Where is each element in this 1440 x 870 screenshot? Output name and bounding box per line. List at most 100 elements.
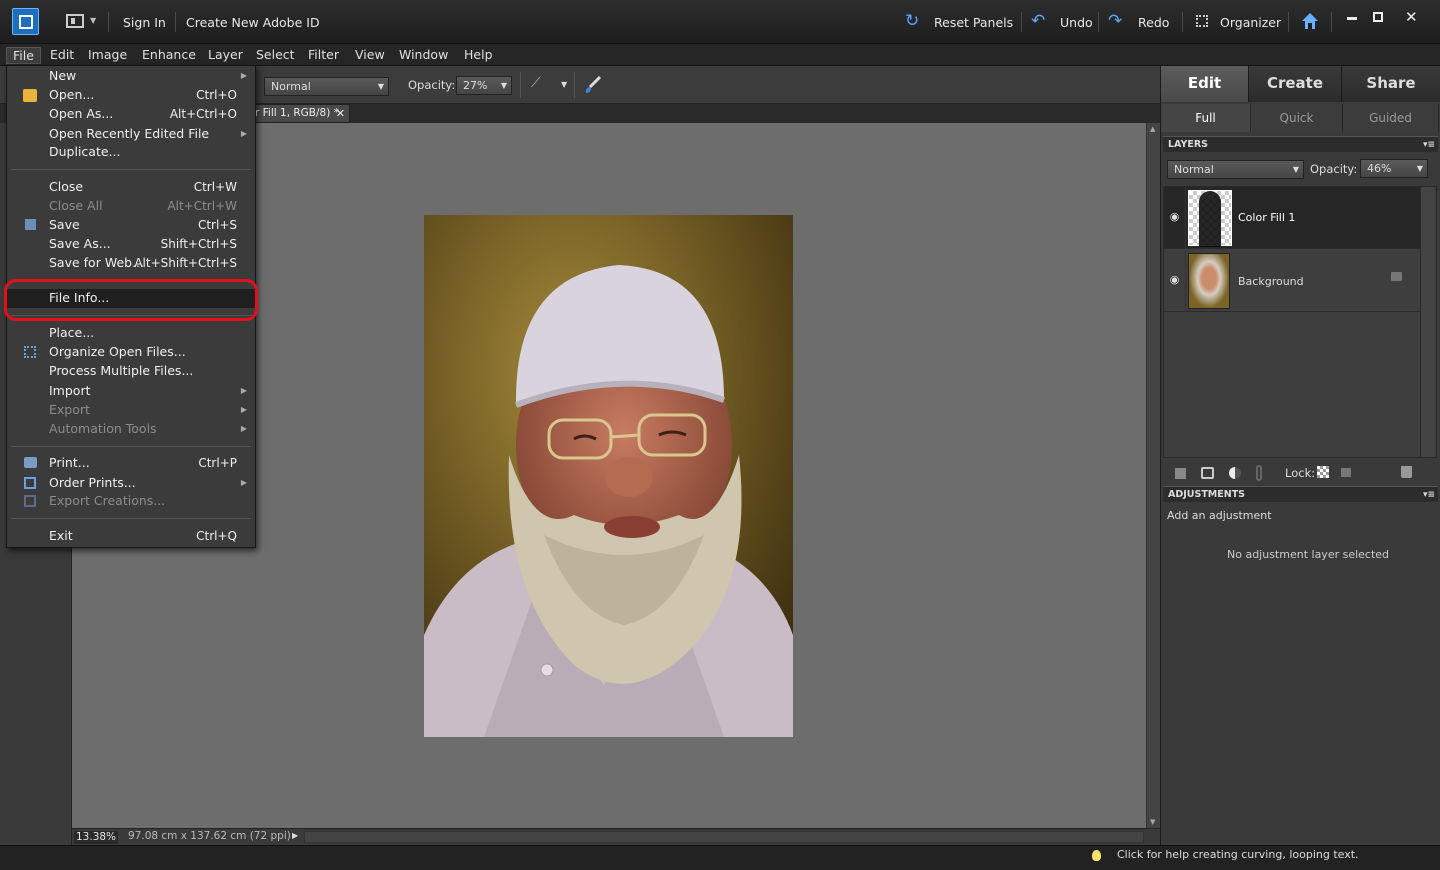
menu-item-import[interactable]: Import ▶: [7, 382, 255, 401]
reset-panels-icon[interactable]: ↻: [905, 12, 919, 30]
blend-mode-value: Normal: [1174, 163, 1214, 176]
subtab-quick[interactable]: Quick: [1251, 104, 1343, 132]
menu-item-label: Duplicate...: [49, 144, 121, 159]
lock-transparency-icon[interactable]: [1317, 466, 1329, 478]
menu-item-print[interactable]: Print... Ctrl+P: [7, 454, 255, 473]
layer-row[interactable]: ◉ Background: [1164, 250, 1420, 312]
tab-edit[interactable]: Edit: [1161, 66, 1249, 102]
menu-filter[interactable]: Filter: [302, 47, 345, 64]
redo-icon[interactable]: ↷: [1108, 12, 1122, 30]
menu-edit[interactable]: Edit: [44, 47, 80, 64]
close-icon[interactable]: ✕: [1405, 8, 1418, 26]
menu-item-exit[interactable]: Exit Ctrl+Q: [7, 527, 255, 546]
adjustments-header: ADJUSTMENTS ▾≡: [1163, 486, 1438, 502]
menu-item-label: Close All: [49, 198, 103, 213]
adjustment-layer-icon[interactable]: [1229, 467, 1241, 479]
visibility-eye-icon[interactable]: ◉: [1164, 250, 1186, 312]
grid-icon: [24, 346, 36, 358]
layers-list: ◉ Color Fill 1 ◉ Background: [1163, 186, 1437, 458]
panel-menu-icon[interactable]: ▾≡: [1423, 487, 1435, 503]
menu-window[interactable]: Window: [393, 47, 454, 64]
scroll-down-icon[interactable]: ▼: [1150, 818, 1155, 826]
menu-image[interactable]: Image: [82, 47, 133, 64]
minimize-icon[interactable]: [1347, 17, 1357, 20]
mode-select-value: Normal: [271, 80, 311, 93]
opacity-input[interactable]: 27% ▼: [456, 76, 512, 95]
sign-in-link[interactable]: Sign In: [123, 15, 166, 30]
app-logo-icon[interactable]: [12, 8, 39, 35]
order-prints-icon: [24, 477, 36, 489]
menu-item-label: Export: [49, 402, 90, 417]
delete-layer-icon[interactable]: [1401, 466, 1412, 478]
chevron-down-icon[interactable]: ▼: [561, 80, 567, 89]
layer-row[interactable]: ◉ Color Fill 1: [1164, 187, 1420, 249]
airbrush-icon[interactable]: ⟋: [531, 75, 541, 91]
visibility-eye-icon[interactable]: ◉: [1164, 187, 1186, 249]
home-icon[interactable]: [1300, 11, 1320, 31]
undo-button[interactable]: Undo: [1060, 15, 1093, 30]
organizer-button[interactable]: Organizer: [1220, 15, 1281, 30]
layers-scrollbar[interactable]: [1420, 187, 1434, 457]
blend-mode-select[interactable]: Normal ▼: [1167, 160, 1304, 179]
horizontal-scrollbar[interactable]: [304, 831, 1144, 843]
subtab-full[interactable]: Full: [1161, 104, 1251, 132]
menu-item-place[interactable]: Place...: [7, 324, 255, 343]
link-layers-icon[interactable]: [1256, 465, 1262, 481]
subtab-guided[interactable]: Guided: [1343, 104, 1439, 132]
menu-item-open[interactable]: Open... Ctrl+O: [7, 86, 255, 105]
menu-item-duplicate[interactable]: Duplicate...: [7, 143, 255, 162]
menu-item-new[interactable]: New ▶: [7, 67, 255, 86]
menu-item-label: Open Recently Edited File: [49, 126, 210, 141]
layer-thumbnail: [1188, 253, 1230, 309]
submenu-arrow-icon: ▶: [240, 386, 247, 395]
help-hint-link[interactable]: Click for help creating curving, looping…: [1117, 848, 1359, 861]
menu-separator: [11, 518, 251, 519]
menu-item-order-prints[interactable]: Order Prints... ▶: [7, 474, 255, 493]
lock-all-icon[interactable]: [1341, 468, 1351, 477]
layer-opacity-input[interactable]: 46% ▼: [1360, 159, 1428, 178]
new-layer-icon[interactable]: [1175, 468, 1186, 479]
menu-item-save[interactable]: Save Ctrl+S: [7, 216, 255, 235]
status-menu-icon[interactable]: ▶: [292, 831, 298, 840]
tab-share[interactable]: Share: [1342, 66, 1440, 102]
menu-item-process[interactable]: Process Multiple Files...: [7, 362, 255, 381]
menu-view[interactable]: View: [349, 47, 391, 64]
menu-enhance[interactable]: Enhance: [136, 47, 202, 64]
menu-item-save-for-web[interactable]: Save for Web... Alt+Shift+Ctrl+S: [7, 254, 255, 273]
menu-select[interactable]: Select: [250, 47, 301, 64]
menu-layer[interactable]: Layer: [202, 47, 249, 64]
brush-settings-icon[interactable]: [582, 75, 604, 95]
mode-select[interactable]: Normal ▼: [264, 77, 389, 96]
menu-help[interactable]: Help: [458, 47, 499, 64]
chevron-down-icon: ▼: [1416, 164, 1423, 173]
undo-icon[interactable]: ↶: [1031, 12, 1045, 30]
tab-create[interactable]: Create: [1249, 66, 1342, 102]
menu-item-label: Print...: [49, 455, 90, 470]
document-tab[interactable]: r Fill 1, RGB/8) * ✕: [252, 104, 350, 123]
menu-file[interactable]: File: [6, 47, 41, 64]
scroll-up-icon[interactable]: ▲: [1150, 125, 1155, 133]
vertical-scrollbar[interactable]: ▲ ▼: [1146, 123, 1160, 828]
layout-switch-icon[interactable]: [66, 14, 84, 28]
document-image[interactable]: [424, 215, 793, 737]
add-mask-icon[interactable]: [1201, 467, 1214, 479]
menu-item-close[interactable]: Close Ctrl+W: [7, 178, 255, 197]
chevron-down-icon: ▼: [500, 81, 507, 90]
menu-item-save-as[interactable]: Save As... Shift+Ctrl+S: [7, 235, 255, 254]
panel-menu-icon[interactable]: ▾≡: [1423, 137, 1435, 153]
chevron-down-icon: ▼: [1292, 165, 1299, 174]
menu-item-open-as[interactable]: Open As... Alt+Ctrl+O: [7, 105, 255, 124]
menu-item-organize[interactable]: Organize Open Files...: [7, 343, 255, 362]
chevron-down-icon[interactable]: ▼: [90, 16, 96, 25]
menu-item-open-recent[interactable]: Open Recently Edited File ▶: [7, 125, 255, 144]
zoom-level[interactable]: 13.38%: [74, 831, 118, 844]
close-tab-icon[interactable]: ✕: [336, 105, 345, 122]
redo-button[interactable]: Redo: [1138, 15, 1169, 30]
submenu-arrow-icon: ▶: [240, 478, 247, 487]
menu-shortcut: Ctrl+P: [198, 456, 237, 470]
restore-icon[interactable]: [1373, 12, 1383, 22]
opacity-value: 27%: [463, 79, 488, 92]
reset-panels-button[interactable]: Reset Panels: [934, 15, 1013, 30]
create-adobe-id-link[interactable]: Create New Adobe ID: [186, 15, 320, 30]
organizer-icon[interactable]: [1196, 15, 1208, 27]
